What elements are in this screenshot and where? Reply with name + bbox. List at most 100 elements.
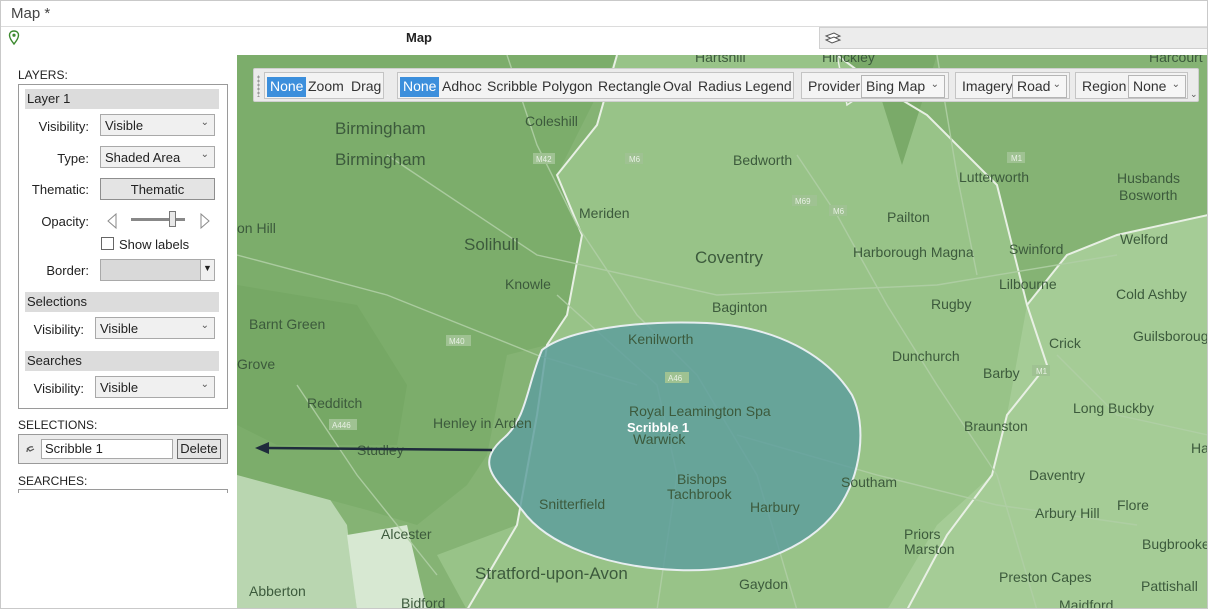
svg-text:Harbury: Harbury [750,499,800,515]
map-title: Map [406,30,432,45]
border-color-select[interactable]: ▼ [100,259,215,281]
draw-legend-button[interactable]: Legend [742,77,795,97]
svg-text:Tachbrook: Tachbrook [667,486,733,502]
svg-text:Snitterfield: Snitterfield [539,496,605,512]
svg-text:M42: M42 [536,155,552,164]
svg-text:M40: M40 [449,337,465,346]
svg-text:M69: M69 [795,197,811,206]
imagery-select[interactable]: Road ⌄ [1012,75,1067,98]
svg-text:Abberton: Abberton [249,583,306,599]
searches-visibility-select[interactable]: Visible ⌄ [95,376,215,398]
imagery-label: Imagery [962,78,1013,94]
svg-text:Cold Ashby: Cold Ashby [1116,286,1187,302]
svg-text:Pattishall: Pattishall [1141,578,1198,594]
thematic-button[interactable]: Thematic [100,178,215,200]
svg-text:Harborough Magna: Harborough Magna [853,244,974,260]
svg-text:Maidford: Maidford [1059,597,1113,609]
layer-name-header: Layer 1 [25,89,219,109]
opacity-decrease-icon[interactable] [107,213,117,229]
selections-visibility-value: Visible [100,321,139,336]
delete-selection-button[interactable]: Delete [177,439,221,459]
draw-scribble-button[interactable]: Scribble [484,77,541,97]
chevron-down-icon: ⌄ [200,320,209,331]
draw-radius-button[interactable]: Radius [695,77,745,97]
opacity-slider-thumb[interactable] [169,211,176,227]
chevron-down-icon: ⌄ [200,149,209,160]
nav-none-button[interactable]: None [267,77,307,97]
chevron-down-icon: ⌄ [930,79,939,90]
map-pin-icon [8,30,20,46]
nav-zoom-button[interactable]: Zoom [305,77,347,97]
nav-drag-button[interactable]: Drag [348,77,384,97]
title-bar: Map * [1,1,1207,27]
show-labels-checkbox[interactable] [101,237,114,250]
selections-visibility-label: Visibility: [33,322,84,337]
draw-adhoc-button[interactable]: Adhoc [439,77,485,97]
imagery-group: Imagery Road ⌄ [955,72,1070,99]
svg-text:Bosworth: Bosworth [1119,187,1177,203]
selections-visibility-select[interactable]: Visible ⌄ [95,317,215,339]
svg-text:Grove: Grove [237,356,275,372]
toolbar-overflow-icon[interactable]: ⌄ [1190,89,1198,100]
draw-mode-group: None Adhoc Scribble Polygon Rectangle Ov… [397,72,794,99]
chevron-down-icon: ▼ [200,260,214,280]
selection-name-field[interactable]: Scribble 1 [41,439,173,459]
svg-text:Harcourt: Harcourt [1149,55,1203,65]
svg-text:Guilsborough: Guilsborough [1133,328,1208,344]
svg-text:M1: M1 [1011,154,1023,163]
region-group: Region None ⌄ [1075,72,1188,99]
svg-text:Coleshill: Coleshill [525,113,578,129]
layer-type-select[interactable]: Shaded Area ⌄ [100,146,215,168]
window-title: Map * [11,5,51,22]
svg-text:Pailton: Pailton [887,209,930,225]
type-label: Type: [57,151,89,166]
visibility-label: Visibility: [38,119,89,134]
svg-text:Bishops: Bishops [677,471,727,487]
svg-text:Bedworth: Bedworth [733,152,792,168]
map-toolbar: None Zoom Drag None Adhoc Scribble Polyg… [253,68,1199,102]
svg-text:Welford: Welford [1120,231,1168,247]
draw-none-button[interactable]: None [400,77,440,97]
svg-text:Birmingham: Birmingham [335,150,426,169]
svg-text:Crick: Crick [1049,335,1082,351]
svg-text:Marston: Marston [904,541,955,557]
svg-text:Meriden: Meriden [579,205,630,221]
searches-group-header: Searches [25,351,219,371]
draw-polygon-button[interactable]: Polygon [539,77,596,97]
chevron-down-icon: ⌄ [1171,79,1180,90]
svg-text:Birmingham: Birmingham [335,119,426,138]
region-value: None [1133,78,1167,94]
map-canvas[interactable]: Hartshill Hinckley Harcourt Birmingham B… [237,55,1208,609]
map-window: Map * Map LAYERS: Layer 1 Visibility: Vi… [0,0,1208,609]
svg-text:Lilbourne: Lilbourne [999,276,1057,292]
selection-row: Scribble 1 Delete [18,434,228,464]
layer-properties-box: Layer 1 Visibility: Visible ⌄ Type: Shad… [18,84,228,409]
svg-text:Priors: Priors [904,526,941,542]
layers-icon[interactable] [824,30,842,46]
layer-visibility-select[interactable]: Visible ⌄ [100,114,215,136]
selection-map-label: Scribble 1 [627,420,690,435]
svg-text:Knowle: Knowle [505,276,551,292]
svg-text:Barnt Green: Barnt Green [249,316,325,332]
svg-text:Bugbrooke: Bugbrooke [1142,536,1208,552]
draw-oval-button[interactable]: Oval [660,77,695,97]
svg-text:Long Buckby: Long Buckby [1073,400,1154,416]
opacity-label: Opacity: [41,214,89,229]
svg-text:M1: M1 [1036,367,1048,376]
region-select[interactable]: None ⌄ [1128,75,1186,98]
selections-section-label: SELECTIONS: [18,418,98,432]
svg-text:Lutterworth: Lutterworth [959,169,1029,185]
draw-rectangle-button[interactable]: Rectangle [595,77,664,97]
provider-select[interactable]: Bing Map ⌄ [861,75,945,98]
opacity-slider-track[interactable] [131,218,185,221]
svg-text:Hinckley: Hinckley [822,55,875,65]
svg-text:Arbury Hill: Arbury Hill [1035,505,1100,521]
svg-text:Braunston: Braunston [964,418,1028,434]
opacity-increase-icon[interactable] [200,213,210,229]
toolbar-grip-handle[interactable] [257,75,260,97]
svg-text:Swinford: Swinford [1009,241,1063,257]
region-label: Region [1082,78,1127,94]
svg-text:Alcester: Alcester [381,526,432,542]
provider-label: Provider [808,78,861,94]
navigation-mode-group: None Zoom Drag [264,72,384,99]
